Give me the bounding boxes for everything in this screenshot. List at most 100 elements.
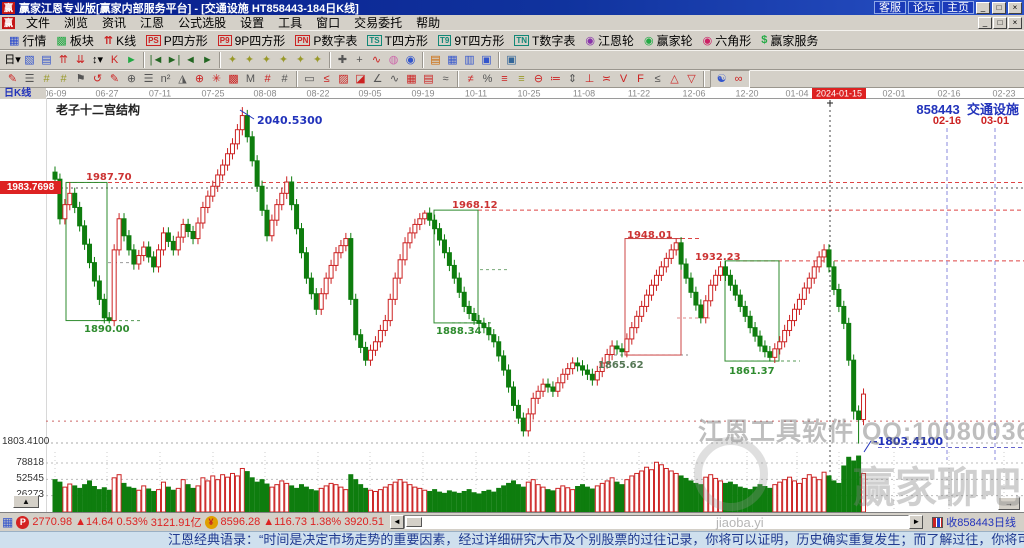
menu-item-file[interactable]: 文件: [19, 16, 57, 30]
updown-icon[interactable]: ⇕: [564, 71, 581, 87]
menu-item-tools[interactable]: 工具: [271, 16, 309, 30]
crosshair-icon[interactable]: +: [351, 52, 368, 68]
hatch-box-icon[interactable]: ▨: [335, 71, 352, 87]
menu-item-settings[interactable]: 设置: [233, 16, 271, 30]
hand-drag-icon[interactable]: ✚: [334, 52, 351, 68]
sine-icon[interactable]: ∿: [386, 71, 403, 87]
tri-down-icon[interactable]: ▽: [683, 71, 700, 87]
half-box-icon[interactable]: ◪: [352, 71, 369, 87]
fan-grid-icon[interactable]: #: [259, 71, 276, 87]
winner-wheel-button[interactable]: ◉ 赢家轮: [639, 31, 698, 49]
scrollbar-thumb[interactable]: [405, 517, 422, 527]
kline-zoom-in-icon[interactable]: ⇈: [55, 52, 72, 68]
menu-item-browse[interactable]: 浏览: [57, 16, 95, 30]
scrollbar-right-arrow[interactable]: ►: [909, 515, 924, 529]
calendar-icon[interactable]: ▤: [427, 52, 444, 68]
tri-up-icon[interactable]: △: [666, 71, 683, 87]
gann-diamond-2-icon[interactable]: ✦: [241, 52, 258, 68]
go-next-icon[interactable]: ►: [199, 52, 216, 68]
scrollbar-left-arrow[interactable]: ◄: [389, 515, 404, 529]
menu-item-trade[interactable]: 交易委托: [347, 16, 409, 30]
winner-service-button[interactable]: $ 赢家服务: [756, 31, 823, 49]
split-circle-icon[interactable]: ⊖: [530, 71, 547, 87]
candlestick-canvas[interactable]: 06-09 06-27 07-11 07-25 08-08 08-22 09-05 09-19…: [0, 88, 1024, 512]
base-icon[interactable]: ⊥: [581, 71, 598, 87]
period-daily-icon[interactable]: 日▾: [4, 52, 21, 68]
box-tool-icon[interactable]: ▭: [301, 71, 318, 87]
workstation-icon[interactable]: ▣: [503, 52, 520, 68]
9p-square-button[interactable]: P9 9P四方形: [213, 31, 290, 49]
gann-wheel-button[interactable]: ◉ 江恩轮: [580, 31, 639, 49]
menu-item-news[interactable]: 资讯: [95, 16, 133, 30]
grid-b-icon[interactable]: #: [55, 71, 72, 87]
menu-item-window[interactable]: 窗口: [309, 16, 347, 30]
t-table-button[interactable]: TN T数字表: [509, 31, 580, 49]
notepad-icon[interactable]: ▥: [461, 52, 478, 68]
grid-a-icon[interactable]: #: [38, 71, 55, 87]
calculator-icon[interactable]: ▦: [444, 52, 461, 68]
go-first-icon[interactable]: |◄: [148, 52, 165, 68]
customer-service-link[interactable]: 客服: [874, 1, 906, 14]
go-last-icon[interactable]: ►|: [165, 52, 182, 68]
marker-icon[interactable]: ✎: [106, 71, 123, 87]
levels-a-icon[interactable]: ≡: [496, 71, 513, 87]
gann-diamond-4-icon[interactable]: ✦: [275, 52, 292, 68]
t-square-button[interactable]: TS T四方形: [362, 31, 433, 49]
p-square-button[interactable]: PS P四方形: [141, 31, 213, 49]
yinyang-icon[interactable]: ☯: [713, 71, 730, 87]
gann-diamond-3-icon[interactable]: ✦: [258, 52, 275, 68]
ratio-icon[interactable]: ≔: [547, 71, 564, 87]
child-minimize-button[interactable]: _: [978, 16, 992, 29]
close-button[interactable]: ×: [1008, 1, 1022, 14]
horizontal-lines-icon[interactable]: ☰: [21, 71, 38, 87]
ruler-lines-icon[interactable]: ☰: [140, 71, 157, 87]
kline-style-icon[interactable]: K: [106, 52, 123, 68]
flag-icon[interactable]: ⚑: [72, 71, 89, 87]
angle-icon[interactable]: ∠: [369, 71, 386, 87]
square-grid-icon[interactable]: ▦: [403, 71, 420, 87]
report-view-icon[interactable]: ▤: [38, 52, 55, 68]
shaded-box-icon[interactable]: ▩: [225, 71, 242, 87]
levels-b-icon[interactable]: ≡: [513, 71, 530, 87]
triangle-tool-icon[interactable]: ◮: [174, 71, 191, 87]
v-pattern-icon[interactable]: V: [615, 71, 632, 87]
n-square-icon[interactable]: n²: [157, 71, 174, 87]
menu-item-formula-picker[interactable]: 公式选股: [171, 16, 233, 30]
star-burst-icon[interactable]: ✳: [208, 71, 225, 87]
percent-icon[interactable]: %: [479, 71, 496, 87]
quotes-button[interactable]: ▦ 行情: [4, 31, 51, 49]
infinity-icon[interactable]: ∞: [730, 71, 747, 87]
fib-icon[interactable]: F: [632, 71, 649, 87]
kline-zoom-out-icon[interactable]: ⇊: [72, 52, 89, 68]
go-prev-icon[interactable]: ◄: [182, 52, 199, 68]
play-icon[interactable]: ►: [123, 52, 140, 68]
menu-item-gann[interactable]: 江恩: [133, 16, 171, 30]
spiral-icon[interactable]: ↺: [89, 71, 106, 87]
kline-chart[interactable]: 06-09 06-27 07-11 07-25 08-08 08-22 09-05 09-19…: [0, 88, 1024, 512]
homepage-link[interactable]: 主页: [942, 1, 974, 14]
waves-icon[interactable]: ≈: [437, 71, 454, 87]
save-icon[interactable]: ▣: [478, 52, 495, 68]
forum-link[interactable]: 论坛: [908, 1, 940, 14]
gann-diamond-5-icon[interactable]: ✦: [292, 52, 309, 68]
sectors-button[interactable]: ▩ 板块: [51, 31, 98, 49]
kline-button[interactable]: ⇈ K线: [99, 31, 141, 49]
pair-lines-icon[interactable]: ≍: [598, 71, 615, 87]
menu-item-help[interactable]: 帮助: [409, 16, 447, 30]
child-close-button[interactable]: ×: [1008, 16, 1022, 29]
gann-diamond-6-icon[interactable]: ✦: [309, 52, 326, 68]
pencil-icon[interactable]: ✎: [4, 71, 21, 87]
p-table-button[interactable]: PN P数字表: [290, 31, 362, 49]
target-icon[interactable]: ⊕: [191, 71, 208, 87]
angle-fan-icon[interactable]: ≤: [318, 71, 335, 87]
restore-button[interactable]: □: [992, 1, 1006, 14]
wave-tool-icon[interactable]: ∿: [368, 52, 385, 68]
slope-icon[interactable]: ≤: [649, 71, 666, 87]
m-pattern-icon[interactable]: M: [242, 71, 259, 87]
percent-lines-icon[interactable]: ≠: [462, 71, 479, 87]
net-grid-icon[interactable]: #: [276, 71, 293, 87]
minimize-button[interactable]: _: [976, 1, 990, 14]
chart-scrollbar[interactable]: ◄ ►: [389, 515, 924, 530]
scrollbar-track[interactable]: [403, 515, 910, 529]
expand-volume-button[interactable]: ▲: [13, 495, 39, 508]
